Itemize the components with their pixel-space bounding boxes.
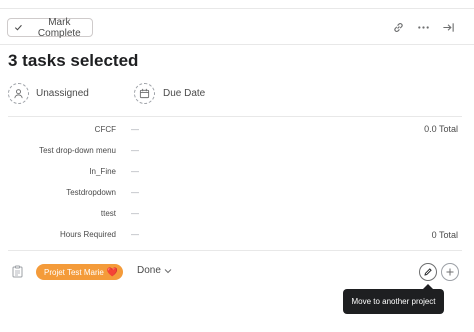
close-panel-button[interactable] [439,18,457,36]
project-pill[interactable]: Projet Test Marie ❤️ [36,264,124,280]
field-value-in-fine[interactable]: — [131,167,139,176]
field-value-testdropdown[interactable]: — [131,188,139,197]
close-panel-icon [442,22,454,32]
clipboard-icon [12,265,23,278]
field-value-cfcf[interactable]: — [131,125,139,134]
mark-complete-button[interactable]: Mark Complete [7,16,93,39]
field-label-test-dropdown-menu: Test drop-down menu [39,146,116,155]
field-value-test-dropdown-menu[interactable]: — [131,146,139,155]
link-icon [393,22,403,32]
field-value-hours-required[interactable]: — [131,230,139,239]
move-project-button[interactable] [419,263,437,281]
due-date-button[interactable] [134,83,155,104]
page-title: 3 tasks selected [8,51,139,70]
field-total-cfcf: 0.0 Total [424,124,458,134]
person-icon [14,89,23,99]
heart-emoji: ❤️ [106,266,119,277]
field-total-hours-required: 0 Total [431,230,458,240]
copy-link-button[interactable] [389,18,407,36]
header-divider [0,44,474,45]
status-value: Done [137,265,161,276]
project-name: Projet Test Marie [44,267,104,277]
assignee-button[interactable] [8,83,29,104]
checkmark-icon [14,24,22,31]
field-label-testdropdown: Testdropdown [66,188,116,197]
assignee-label[interactable]: Unassigned [36,88,89,99]
plus-icon [446,268,454,276]
more-actions-button[interactable] [414,18,432,36]
fields-top-divider [8,116,462,117]
field-label-cfcf: CFCF [94,125,116,134]
pencil-icon [424,268,432,276]
field-label-in-fine: In_Fine [89,167,116,176]
status-select[interactable]: Done [137,265,172,276]
due-date-label[interactable]: Due Date [163,88,205,99]
calendar-icon [139,88,150,99]
field-label-hours-required: Hours Required [59,230,116,239]
field-value-ttest[interactable]: — [131,209,139,218]
add-project-button[interactable] [441,263,459,281]
mark-complete-label: Mark Complete [37,16,81,39]
fields-bottom-divider [8,250,462,251]
tooltip: Move to another project [343,289,444,314]
more-icon [417,25,429,29]
field-label-ttest: ttest [100,209,116,218]
top-border [0,8,474,9]
chevron-down-icon [164,268,172,273]
